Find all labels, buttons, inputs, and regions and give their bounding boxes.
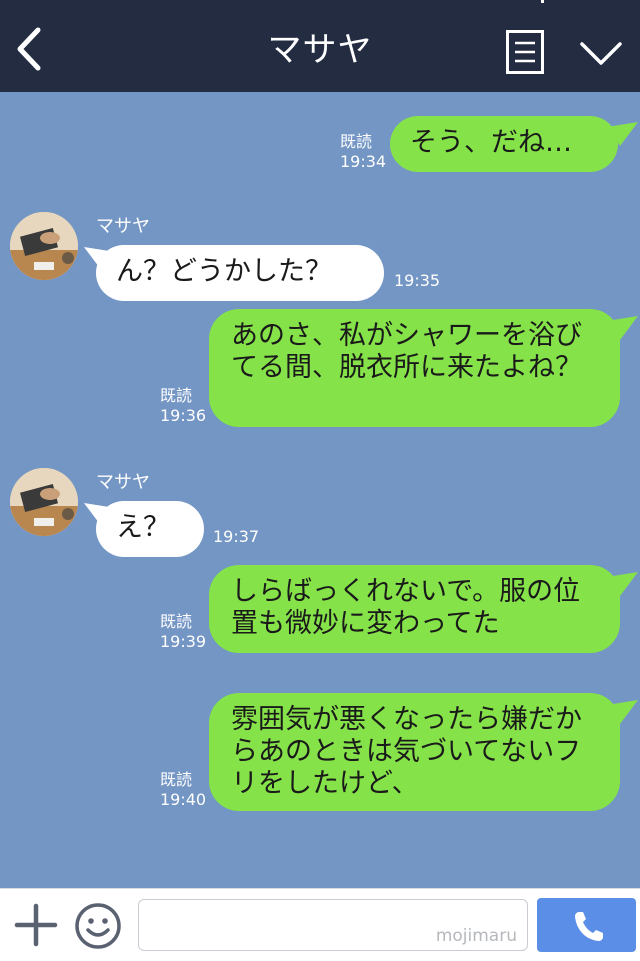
avatar — [10, 212, 78, 280]
message-text: しらばっくれないで。服の位置も微妙に変わってた — [231, 576, 581, 639]
read-receipt: 既読 — [160, 386, 193, 405]
chat-header: マサヤ — [0, 0, 640, 92]
avatar-image — [10, 212, 78, 280]
message-text: え？ — [116, 512, 170, 543]
message-list[interactable]: 既読 19:34 そう、だね… マサヤ ん？どうかした？ 19:35 既読 19… — [0, 92, 640, 888]
message-bubble[interactable]: しらばっくれないで。服の位置も微妙に変わってた — [209, 565, 620, 653]
avatar — [10, 468, 78, 536]
message-input[interactable]: mojimaru — [138, 899, 528, 951]
avatar-image — [10, 468, 78, 536]
chevron-down-icon[interactable] — [578, 36, 624, 70]
message-text: 雰囲気が悪くなったら嫌だからあのときは気づいてないフリをしたけど、 — [231, 704, 582, 799]
sender-name: マサヤ — [96, 472, 150, 493]
smiley-icon[interactable] — [74, 902, 122, 950]
phone-icon — [575, 912, 603, 941]
message-bubble[interactable]: ん？どうかした？ — [96, 245, 384, 301]
message-bubble[interactable]: 雰囲気が悪くなったら嫌だからあのときは気づいてないフリをしたけど、 — [209, 693, 620, 811]
chat-title: マサヤ — [267, 30, 373, 70]
message-time: 19:36 — [160, 406, 207, 425]
watermark: mojimaru — [435, 926, 517, 946]
message-bubble[interactable]: え？ — [96, 501, 204, 557]
message-bubble[interactable]: そう、だね… — [390, 116, 618, 172]
plus-icon[interactable] — [14, 903, 58, 947]
message-text: ん？どうかした？ — [116, 256, 332, 287]
read-meta: 既読 19:36 — [160, 386, 206, 426]
message-time: 19:39 — [160, 632, 207, 651]
message-time: 19:37 — [213, 527, 260, 546]
message-text: あのさ、私がシャワーを浴びてる間、脱衣所に来たよね？ — [231, 320, 582, 383]
read-receipt: 既読 — [160, 612, 193, 631]
sender-name: マサヤ — [96, 216, 150, 237]
message-bubble[interactable]: あのさ、私がシャワーを浴びてる間、脱衣所に来たよね？ — [209, 309, 620, 427]
message-time: 19:35 — [394, 271, 441, 290]
message-text: そう、だね… — [410, 127, 572, 158]
call-button[interactable] — [537, 898, 636, 952]
read-meta: 既読 19:40 — [160, 770, 206, 810]
input-bar: mojimaru — [0, 888, 640, 961]
list-icon[interactable] — [506, 30, 544, 74]
message-time: 19:34 — [340, 152, 387, 171]
read-receipt: 既読 — [160, 770, 193, 789]
read-meta: 既読 19:39 — [160, 612, 206, 652]
message-time: 19:40 — [160, 790, 207, 809]
status-dot — [541, 0, 544, 3]
read-meta: 既読 19:34 — [340, 132, 386, 172]
read-receipt: 既読 — [340, 132, 373, 151]
